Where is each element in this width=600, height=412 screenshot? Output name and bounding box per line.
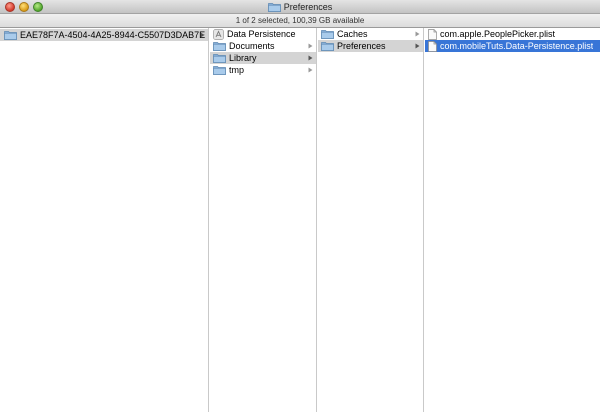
folder-icon — [321, 29, 334, 39]
item-label: Documents — [229, 41, 275, 51]
document-icon — [428, 29, 437, 40]
disclosure-arrow-icon — [415, 40, 420, 52]
item-label: com.mobileTuts.Data-Persistence.plist — [440, 41, 594, 51]
item-label: Data Persistence — [227, 29, 296, 39]
disclosure-arrow-icon — [308, 40, 313, 52]
folder-icon — [4, 30, 17, 40]
item-label: tmp — [229, 65, 245, 75]
column-4[interactable]: com.apple.PeoplePicker.plist com.mobileT… — [425, 28, 600, 412]
folder-icon — [213, 53, 226, 63]
list-item[interactable]: Library — [210, 52, 316, 64]
disclosure-arrow-icon — [308, 52, 313, 64]
document-icon — [428, 41, 437, 52]
list-item[interactable]: Preferences — [318, 40, 423, 52]
list-item[interactable]: tmp — [210, 64, 316, 76]
list-item[interactable]: Data Persistence — [210, 28, 316, 40]
item-label: Preferences — [337, 41, 386, 51]
window-title-group: Preferences — [0, 1, 600, 13]
disclosure-arrow-icon — [308, 64, 313, 76]
column-browser: EAE78F7A-4504-4A25-8944-C5507D3DAB7E Dat… — [0, 28, 600, 412]
item-label: Library — [229, 53, 257, 63]
list-item[interactable]: EAE78F7A-4504-4A25-8944-C5507D3DAB7E — [0, 29, 208, 41]
disclosure-arrow-icon — [200, 29, 205, 41]
window-title: Preferences — [283, 2, 333, 12]
title-bar: Preferences — [0, 0, 600, 14]
item-label: com.apple.PeoplePicker.plist — [440, 29, 556, 39]
folder-icon — [268, 2, 281, 12]
app-icon — [213, 28, 224, 40]
list-item[interactable]: com.apple.PeoplePicker.plist — [425, 28, 600, 40]
folder-icon — [321, 41, 334, 51]
folder-icon — [213, 65, 226, 75]
status-bar: 1 of 2 selected, 100,39 GB available — [0, 14, 600, 28]
list-item[interactable]: Caches — [318, 28, 423, 40]
item-label: EAE78F7A-4504-4A25-8944-C5507D3DAB7E — [20, 30, 206, 40]
folder-icon — [213, 41, 226, 51]
disclosure-arrow-icon — [415, 28, 420, 40]
column-2[interactable]: Data Persistence Documents Library tmp — [210, 28, 317, 412]
list-item[interactable]: com.mobileTuts.Data-Persistence.plist — [425, 40, 600, 52]
column-3[interactable]: Caches Preferences — [318, 28, 424, 412]
column-1[interactable]: EAE78F7A-4504-4A25-8944-C5507D3DAB7E — [0, 28, 209, 412]
list-item[interactable]: Documents — [210, 40, 316, 52]
item-label: Caches — [337, 29, 368, 39]
